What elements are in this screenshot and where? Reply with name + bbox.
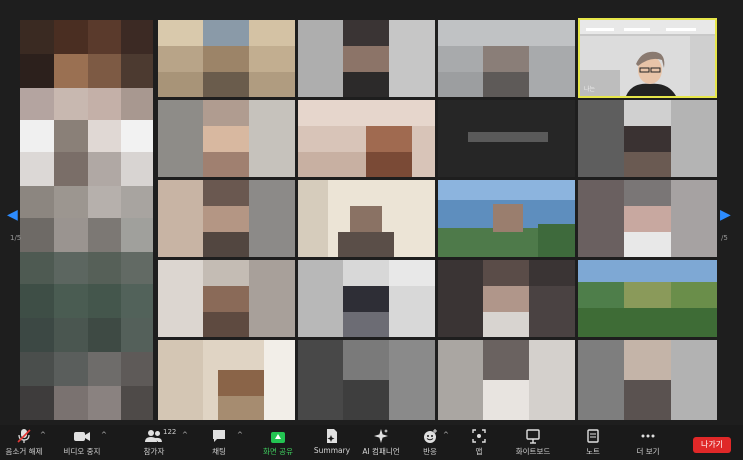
- video-camera-icon: [74, 432, 90, 441]
- pixelated-video: [158, 340, 295, 420]
- participants-label: 참가자: [143, 447, 165, 456]
- share-screen-button[interactable]: 화면 공유: [256, 428, 300, 459]
- speaker-video: [580, 20, 715, 96]
- participant-video-tile[interactable]: [438, 260, 575, 337]
- reaction-smiley-icon: [424, 429, 437, 443]
- share-screen-icon: [256, 428, 300, 444]
- ai-sparkle-icon: [374, 429, 388, 443]
- pixelated-video: [298, 100, 435, 177]
- pixelated-video: [298, 20, 435, 97]
- right-page-indicator: /5: [721, 234, 728, 242]
- whiteboard-label: 화이트보드: [515, 447, 551, 456]
- pixelated-video: [158, 20, 295, 97]
- meeting-toolbar: 음소거 해제 ^ 비디오 중지 ^ 참가자 122 ^ 채팅 ^ 화면 공유 S…: [0, 425, 743, 460]
- participant-video-tile[interactable]: [298, 260, 435, 337]
- pixelated-video: [578, 100, 717, 177]
- participant-video-tile[interactable]: [438, 180, 575, 257]
- participant-video-tile[interactable]: [438, 340, 575, 420]
- pixelated-video: [158, 260, 295, 337]
- participant-video-tile[interactable]: [158, 20, 295, 97]
- participant-video-tile[interactable]: [298, 100, 435, 177]
- leave-meeting-button[interactable]: 나가기: [693, 437, 731, 453]
- participant-video-tile[interactable]: [578, 100, 717, 177]
- participant-video-tile[interactable]: [158, 340, 295, 420]
- video-options-caret-icon[interactable]: ^: [101, 431, 107, 439]
- reactions-button[interactable]: 반응: [414, 428, 446, 459]
- more-dots-icon: [641, 434, 655, 438]
- whiteboard-button[interactable]: 화이트보드: [510, 428, 556, 459]
- more-button[interactable]: 더 보기: [630, 428, 666, 459]
- participant-video-tile[interactable]: [298, 340, 435, 420]
- notes-button[interactable]: 노트: [580, 428, 606, 459]
- notes-icon: [587, 429, 599, 443]
- pixelated-video: [438, 180, 575, 257]
- participant-video-tile[interactable]: [158, 260, 295, 337]
- more-label: 더 보기: [636, 447, 660, 456]
- participant-video-tile[interactable]: [158, 180, 295, 257]
- whiteboard-icon: [526, 429, 540, 444]
- notes-label: 노트: [586, 447, 600, 456]
- pixelated-video: [578, 340, 717, 420]
- video-gallery: 나는 ◀ 1/5 ▶ /5: [0, 0, 743, 425]
- stop-video-button[interactable]: 비디오 중지: [60, 428, 104, 459]
- pixelated-video: [20, 20, 153, 420]
- summary-label: Summary: [313, 446, 351, 455]
- share-screen-label: 화면 공유: [263, 447, 293, 456]
- participants-options-caret-icon[interactable]: ^: [182, 431, 188, 439]
- pixelated-video: [438, 340, 575, 420]
- pixelated-video: [298, 340, 435, 420]
- pixelated-video: [298, 260, 435, 337]
- participant-video-tile[interactable]: [298, 20, 435, 97]
- participant-video-off-tile[interactable]: [438, 100, 575, 177]
- apps-label: 앱: [475, 447, 483, 456]
- muted-microphone-icon: [17, 429, 31, 443]
- ai-companion-label: AI 컴패니언: [362, 447, 400, 456]
- participant-video-tile[interactable]: [578, 260, 717, 337]
- pixelated-video: [158, 180, 295, 257]
- ai-companion-button[interactable]: AI 컴패니언: [358, 428, 404, 459]
- stop-video-label: 비디오 중지: [63, 447, 101, 456]
- participants-icon: [145, 430, 162, 442]
- participants-count: 122: [163, 428, 177, 436]
- participant-video-tile[interactable]: [578, 340, 717, 420]
- pixelated-video: [578, 260, 717, 337]
- summary-button[interactable]: Summary: [312, 428, 352, 459]
- pixelated-video: [298, 180, 435, 257]
- active-speaker-tile[interactable]: 나는: [578, 18, 717, 98]
- pixelated-video: [578, 180, 717, 257]
- summary-document-icon: [327, 429, 337, 443]
- participant-video-tile[interactable]: [438, 20, 575, 97]
- pixelated-video: [438, 20, 575, 97]
- chat-button[interactable]: 채팅: [202, 428, 236, 459]
- audio-options-caret-icon[interactable]: ^: [40, 431, 46, 439]
- left-page-indicator: 1/5: [10, 234, 22, 242]
- next-page-arrow-icon[interactable]: ▶: [720, 208, 731, 222]
- blurred-name-placeholder: [468, 132, 548, 142]
- pixelated-video: [158, 100, 295, 177]
- participant-video-tile[interactable]: [298, 180, 435, 257]
- reactions-options-caret-icon[interactable]: ^: [443, 431, 449, 439]
- reactions-label: 반응: [423, 447, 437, 456]
- video-name-tag: 나는: [584, 86, 596, 93]
- apps-frame-icon: [472, 429, 486, 443]
- participant-video-tile[interactable]: [578, 180, 717, 257]
- pixelated-video: [438, 260, 575, 337]
- chat-bubble-icon: [213, 430, 225, 442]
- apps-button[interactable]: 앱: [466, 428, 492, 459]
- previous-page-arrow-icon[interactable]: ◀: [7, 208, 18, 222]
- participant-video-tile[interactable]: [20, 20, 153, 420]
- chat-options-caret-icon[interactable]: ^: [237, 431, 243, 439]
- participant-video-tile[interactable]: [158, 100, 295, 177]
- unmute-label: 음소거 해제: [5, 447, 43, 456]
- chat-label: 채팅: [212, 447, 226, 456]
